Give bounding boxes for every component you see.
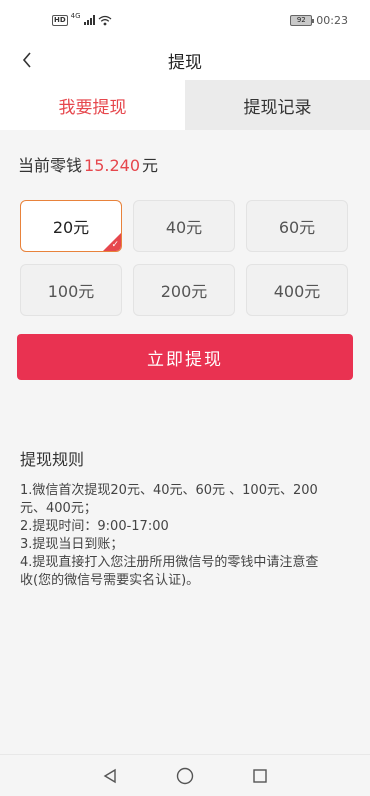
signal-icon <box>83 15 95 25</box>
amount-option-400[interactable]: 400元 <box>246 264 348 316</box>
status-bar: HD 4G 92 00:23 <box>0 0 370 40</box>
circle-home-icon <box>176 767 194 784</box>
amount-option-200[interactable]: 200元 <box>133 264 235 316</box>
balance-prefix: 当前零钱 <box>18 156 83 175</box>
tab-bar: 我要提现 提现记录 <box>0 80 370 130</box>
amount-option-40[interactable]: 40元 <box>133 200 235 252</box>
square-recent-icon <box>253 768 267 783</box>
withdraw-rules: 提现规则 1.微信首次提现20元、40元、60元 、100元、200 元、400… <box>0 446 370 590</box>
tab-withdraw-history[interactable]: 提现记录 <box>185 80 370 130</box>
system-home-button[interactable] <box>176 767 194 785</box>
balance-amount: 15.240 <box>84 156 140 175</box>
rules-line: 收(您的微信号需要实名认证)。 <box>20 573 200 588</box>
network-type-label: 4G <box>70 12 81 20</box>
rules-line: 3.提现当日到账； <box>20 537 124 552</box>
amount-option-label: 100元 <box>47 282 95 301</box>
triangle-back-icon <box>103 768 116 783</box>
amount-option-label: 400元 <box>273 282 321 301</box>
amount-options: 20元 ✓ 40元 60元 100元 200元 400元 <box>0 200 370 316</box>
amount-option-label: 40元 <box>165 218 203 237</box>
amount-option-60[interactable]: 60元 <box>246 200 348 252</box>
balance-row: 当前零钱 15.240 元 <box>0 152 370 176</box>
system-recent-button[interactable] <box>252 768 268 784</box>
rules-line: 4.提现直接打入您注册所用微信号的零钱中请注意查 <box>20 555 319 570</box>
checkmark-icon: ✓ <box>111 240 119 250</box>
amount-option-label: 60元 <box>278 218 316 237</box>
amount-option-label: 20元 <box>52 218 90 237</box>
amount-option-20[interactable]: 20元 ✓ <box>20 200 122 252</box>
status-left: HD 4G <box>52 12 112 26</box>
system-back-button[interactable] <box>102 768 118 784</box>
navigation-bar: 提现 <box>0 40 370 80</box>
clock-time: 00:23 <box>316 13 348 27</box>
balance-unit: 元 <box>142 156 159 175</box>
amount-option-100[interactable]: 100元 <box>20 264 122 316</box>
rules-line: 1.微信首次提现20元、40元、60元 、100元、200 <box>20 483 318 498</box>
status-right: 92 00:23 <box>290 14 348 27</box>
sim-icon: HD <box>52 14 68 26</box>
amount-option-label: 200元 <box>160 282 208 301</box>
rules-title: 提现规则 <box>20 450 85 469</box>
system-navigation-bar <box>0 754 370 796</box>
rules-line: 元、400元； <box>20 501 97 516</box>
rules-line: 2.提现时间：9:00-17:00 <box>20 519 169 534</box>
tab-withdraw[interactable]: 我要提现 <box>0 80 185 130</box>
back-button[interactable] <box>12 40 42 80</box>
battery-icon: 92 <box>290 14 315 26</box>
page-title: 提现 <box>168 52 202 73</box>
withdraw-now-button[interactable]: 立即提现 <box>17 334 353 380</box>
wifi-icon <box>98 15 111 25</box>
chevron-left-icon <box>22 52 31 68</box>
